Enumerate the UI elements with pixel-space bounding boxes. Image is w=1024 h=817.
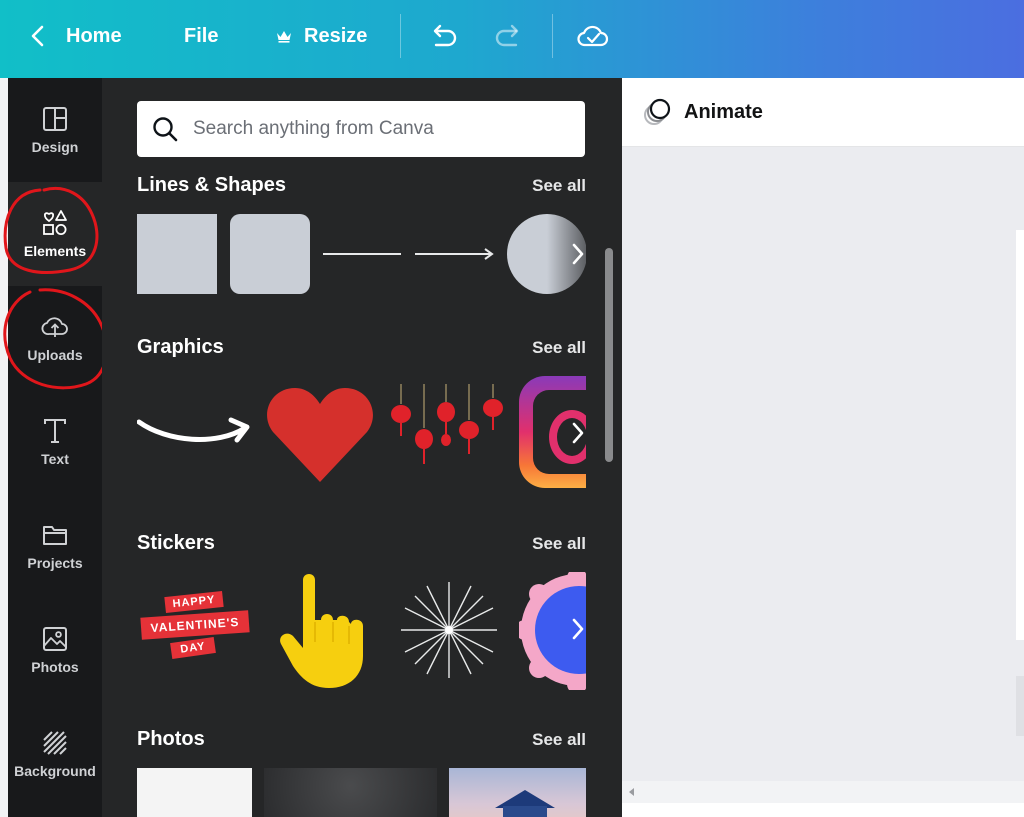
nav-item-label: Background	[14, 763, 96, 779]
resize-button[interactable]: Resize	[276, 0, 367, 72]
photo-thumbnail[interactable]	[137, 768, 252, 817]
nav-item-label: Text	[41, 451, 69, 467]
layout-icon	[43, 107, 67, 131]
undo-icon	[433, 24, 457, 47]
valentine-line-3: DAY	[170, 637, 216, 659]
search-icon	[153, 117, 178, 142]
animate-label: Animate	[684, 100, 763, 123]
section-title-lines-shapes: Lines & Shapes	[137, 174, 286, 196]
design-page[interactable]	[1016, 230, 1024, 640]
file-menu-button[interactable]: File	[184, 0, 218, 72]
cloud-check-icon	[577, 25, 609, 47]
panel-scrollbar[interactable]	[605, 248, 613, 462]
nav-item-design[interactable]: Design	[8, 78, 102, 182]
nav-item-label: Projects	[27, 555, 83, 571]
search-input[interactable]	[191, 117, 575, 141]
see-all-graphics[interactable]: See all	[532, 338, 586, 358]
bottom-edge	[622, 803, 1024, 817]
arrow-line-shape[interactable]	[415, 245, 495, 263]
add-page-area[interactable]	[1016, 676, 1024, 736]
line-shape[interactable]	[323, 253, 401, 255]
scroll-left-icon[interactable]	[628, 787, 636, 797]
nav-item-photos[interactable]: Photos	[8, 598, 102, 702]
section-title-graphics: Graphics	[137, 336, 224, 358]
undo-button[interactable]	[428, 0, 458, 72]
chevron-right-icon[interactable]	[569, 240, 587, 268]
lanterns-graphic[interactable]	[389, 384, 507, 484]
pointing-hand-sticker[interactable]	[277, 572, 367, 690]
top-bar: Home File Resize	[0, 0, 1024, 78]
redo-button[interactable]	[494, 0, 524, 72]
search-box[interactable]	[137, 101, 585, 157]
resize-label: Resize	[304, 24, 368, 47]
valentines-sticker[interactable]: HAPPY VALENTINE'S DAY	[140, 590, 251, 668]
nav-item-background[interactable]: Background	[8, 702, 102, 806]
see-all-lines-shapes[interactable]: See all	[532, 176, 586, 196]
horizontal-scrollbar[interactable]	[622, 781, 1024, 803]
redo-icon	[495, 24, 519, 47]
save-status-button[interactable]	[576, 0, 610, 72]
see-all-photos[interactable]: See all	[532, 730, 586, 750]
curved-arrow-graphic[interactable]	[137, 394, 257, 454]
toolbar-divider	[552, 14, 553, 58]
text-icon	[44, 419, 66, 443]
nav-item-label: Design	[31, 139, 79, 155]
editor-toolbar: Animate	[622, 78, 1024, 147]
toolbar-divider	[400, 14, 401, 58]
see-all-stickers[interactable]: See all	[532, 534, 586, 554]
nav-item-label: Photos	[31, 659, 79, 675]
folder-icon	[43, 526, 67, 545]
hatch-icon	[43, 731, 67, 755]
valentine-line-1: HAPPY	[164, 591, 224, 613]
home-button[interactable]: Home	[30, 0, 122, 72]
photo-thumbnail[interactable]	[264, 768, 437, 817]
section-title-stickers: Stickers	[137, 532, 215, 554]
crown-icon	[277, 31, 291, 43]
heart-graphic[interactable]	[265, 386, 375, 484]
sparkle-burst-sticker[interactable]	[397, 578, 501, 682]
lines-shapes-row	[137, 213, 586, 295]
animate-icon	[644, 98, 671, 125]
nav-item-projects[interactable]: Projects	[8, 494, 102, 598]
valentine-line-2: VALENTINE'S	[140, 610, 250, 640]
section-title-photos: Photos	[137, 728, 205, 750]
stickers-row: HAPPY VALENTINE'S DAY	[137, 572, 586, 692]
design-canvas-area[interactable]	[622, 147, 1024, 781]
elements-panel: Lines & Shapes See all Graphics See all	[102, 78, 622, 817]
file-label: File	[184, 24, 219, 47]
animate-button[interactable]: Animate	[642, 78, 763, 146]
chevron-left-icon	[31, 25, 44, 47]
chevron-right-icon[interactable]	[569, 419, 587, 447]
photos-row	[137, 768, 586, 817]
square-shape[interactable]	[137, 214, 217, 294]
rounded-square-shape[interactable]	[230, 214, 310, 294]
photo-thumbnail[interactable]	[449, 768, 586, 817]
image-icon	[43, 627, 67, 651]
chevron-right-icon[interactable]	[569, 615, 587, 643]
home-label: Home	[66, 24, 122, 47]
graphics-row	[137, 374, 586, 492]
nav-item-text[interactable]: Text	[8, 390, 102, 494]
